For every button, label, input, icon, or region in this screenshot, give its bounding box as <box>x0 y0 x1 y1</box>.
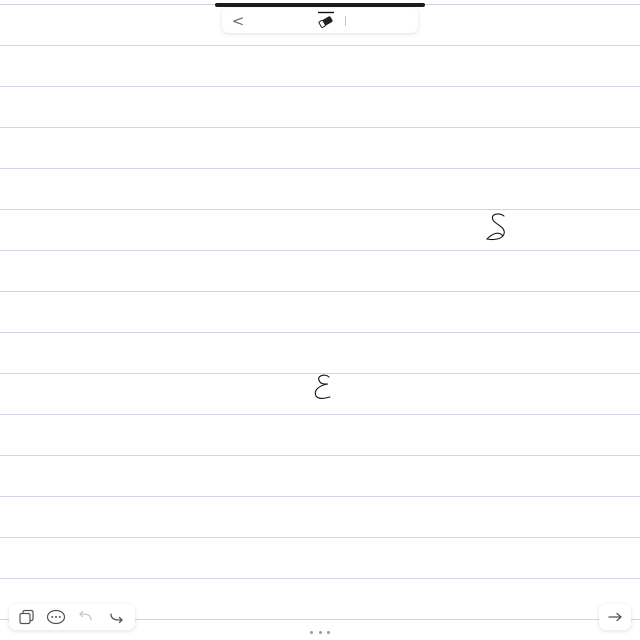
dot <box>318 630 322 634</box>
handwritten-mark-upper <box>485 213 505 241</box>
undo-button[interactable] <box>75 607 97 627</box>
pages-button[interactable] <box>16 607 38 627</box>
dot <box>327 630 330 634</box>
top-toolbar: < <box>222 8 418 33</box>
ellipsis-circle-icon <box>46 609 66 625</box>
redo-icon <box>110 613 123 624</box>
bottom-left-toolbar <box>9 604 135 630</box>
arrow-right-icon <box>608 612 622 622</box>
undo-icon <box>79 610 92 621</box>
redo-button[interactable] <box>105 607 127 627</box>
dot <box>310 630 313 634</box>
ruled-paper[interactable] <box>0 0 640 640</box>
eraser-tool-button[interactable] <box>315 10 337 30</box>
pages-icon <box>19 609 34 625</box>
toolbar-separator <box>345 16 346 26</box>
next-page-button[interactable] <box>599 604 631 630</box>
more-options-button[interactable] <box>45 607 67 627</box>
more-dots-handle[interactable] <box>310 628 330 636</box>
top-drag-handle[interactable] <box>215 3 425 7</box>
eraser-icon <box>318 11 334 28</box>
back-button[interactable]: < <box>230 8 246 33</box>
handwritten-mark-lower <box>314 374 331 399</box>
